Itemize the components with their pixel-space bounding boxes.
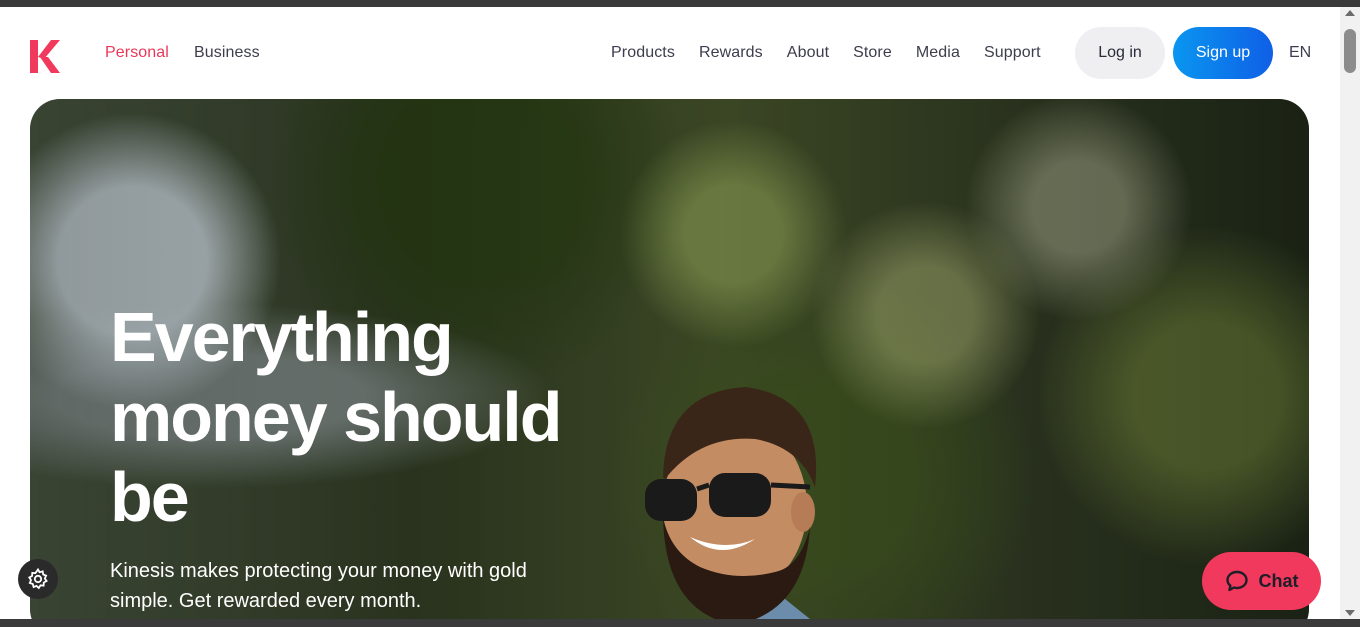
- nav-store[interactable]: Store: [853, 44, 892, 62]
- scroll-down-arrow-icon[interactable]: [1345, 610, 1355, 616]
- nav-business[interactable]: Business: [194, 44, 260, 62]
- page-scrollbar[interactable]: [1340, 7, 1360, 619]
- kinesis-logo-icon[interactable]: [28, 37, 62, 75]
- hero-title: Everything money should be: [110, 298, 562, 536]
- hero-subtitle: Kinesis makes protecting your money with…: [110, 560, 527, 612]
- browser-viewport: Personal Business Products Rewards About…: [0, 7, 1340, 619]
- nav-personal[interactable]: Personal: [105, 44, 169, 62]
- login-button[interactable]: Log in: [1075, 27, 1165, 79]
- nav-rewards[interactable]: Rewards: [699, 44, 763, 62]
- language-selector[interactable]: EN: [1289, 44, 1311, 62]
- chat-button[interactable]: Chat: [1202, 552, 1321, 610]
- window-bottom-edge: [0, 619, 1360, 627]
- hero-banner: Everything money should be Kinesis makes…: [30, 99, 1309, 619]
- gear-icon: [28, 567, 48, 590]
- main-nav: Products Rewards About Store Media Suppo…: [611, 44, 1041, 62]
- nav-media[interactable]: Media: [916, 44, 960, 62]
- cookie-settings-button[interactable]: [18, 559, 58, 599]
- scroll-up-arrow-icon[interactable]: [1345, 10, 1355, 16]
- scroll-thumb[interactable]: [1344, 29, 1356, 73]
- nav-about[interactable]: About: [787, 44, 829, 62]
- nav-support[interactable]: Support: [984, 44, 1041, 62]
- signup-button[interactable]: Sign up: [1173, 27, 1273, 79]
- chat-label: Chat: [1258, 570, 1299, 591]
- site-header: Personal Business Products Rewards About…: [0, 7, 1340, 99]
- segment-nav: Personal Business: [105, 44, 260, 62]
- chat-bubble-icon: [1225, 570, 1248, 592]
- nav-products[interactable]: Products: [611, 44, 675, 62]
- smiling-man-image: [645, 387, 817, 619]
